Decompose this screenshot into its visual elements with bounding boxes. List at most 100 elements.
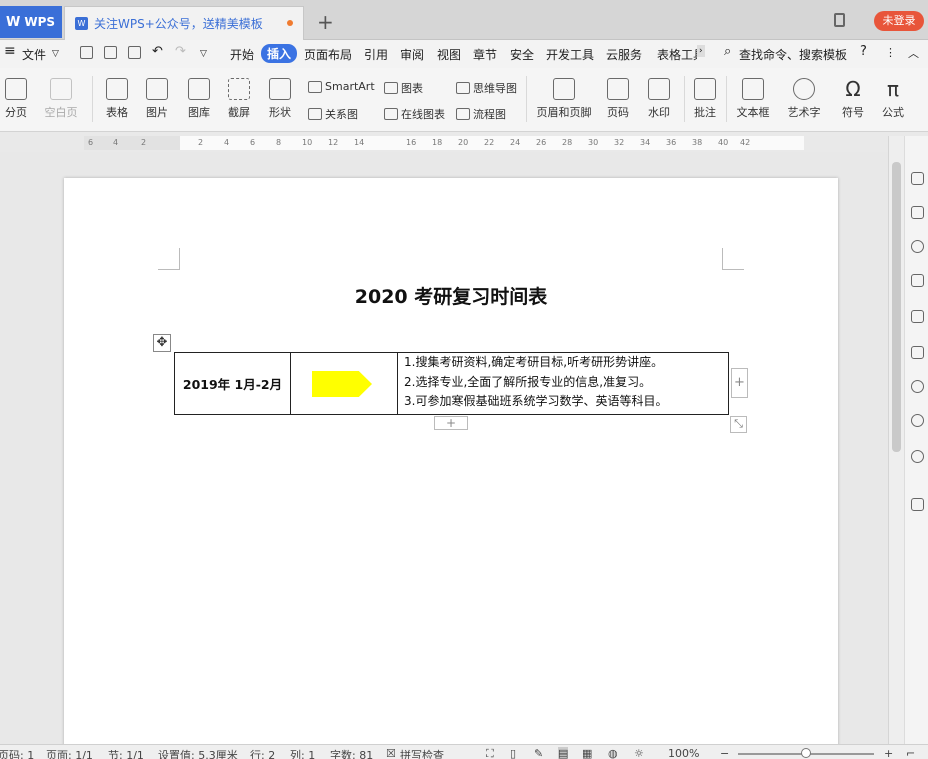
formula-button[interactable]: π 公式	[878, 78, 908, 120]
unsaved-dot-icon	[287, 20, 293, 26]
file-menu-chevron-icon[interactable]: ▽	[52, 49, 59, 59]
page-break-button[interactable]: 分页	[0, 78, 32, 120]
undo-icon[interactable]: ↶	[152, 44, 163, 59]
pen-icon[interactable]	[911, 172, 924, 185]
fullscreen-icon[interactable]: ⛶	[486, 747, 494, 759]
spellcheck-checkbox[interactable]: ☒	[386, 747, 396, 759]
more-options-icon[interactable]: ⋮	[885, 46, 896, 59]
tabs-scroll-right-icon[interactable]: ›	[697, 45, 705, 57]
history-icon[interactable]	[911, 414, 924, 427]
comment-button[interactable]: 批注	[690, 78, 720, 120]
edit-mode-icon[interactable]: ✎	[534, 747, 543, 759]
tab-developer[interactable]: 开发工具	[546, 46, 594, 63]
spellcheck-label[interactable]: 拼写检查	[400, 747, 444, 759]
apps-grid-icon[interactable]	[911, 498, 924, 511]
fit-page-icon[interactable]: ⌐	[906, 747, 915, 759]
shapes-panel-icon[interactable]	[911, 240, 924, 253]
watermark-button[interactable]: 水印	[642, 78, 676, 120]
symbol-button[interactable]: Ω 符号	[838, 78, 868, 120]
online-chart-button[interactable]: 在线图表	[384, 106, 445, 122]
vertical-scrollbar[interactable]	[888, 136, 904, 744]
gallery-button[interactable]: 图库	[182, 78, 216, 120]
zoom-in-button[interactable]: +	[884, 747, 893, 759]
tab-chapter[interactable]: 章节	[473, 46, 497, 63]
tab-view[interactable]: 视图	[437, 46, 461, 63]
redo-icon[interactable]: ↷	[175, 44, 186, 59]
select-cursor-icon[interactable]	[911, 206, 924, 219]
document-tab[interactable]: W 关注WPS+公众号，送精美模板	[64, 6, 304, 40]
search-icon[interactable]: ⌕	[724, 44, 731, 59]
page-break-label: 分页	[5, 106, 27, 119]
table-cell-date[interactable]: 2019年 1月-2月	[175, 353, 291, 414]
file-menu[interactable]: 文件	[22, 46, 46, 63]
picture-button[interactable]: 图片	[140, 78, 174, 120]
web-view-icon[interactable]: ◍	[608, 747, 618, 759]
table-resize-handle-icon[interactable]: ⤡	[730, 416, 747, 433]
new-tab-button[interactable]: +	[317, 10, 334, 34]
print-icon[interactable]	[104, 46, 117, 59]
add-column-button[interactable]: +	[731, 368, 748, 398]
scrollbar-thumb[interactable]	[892, 162, 901, 452]
table-button[interactable]: 表格	[100, 78, 134, 120]
tab-cloud[interactable]: 云服务	[606, 46, 642, 63]
save-icon[interactable]	[80, 46, 93, 59]
outline-view-icon[interactable]: ▦	[582, 747, 592, 759]
print-preview-icon[interactable]	[128, 46, 141, 59]
tab-security[interactable]: 安全	[510, 46, 534, 63]
adjust-icon[interactable]	[911, 274, 924, 287]
window-mode-icon[interactable]	[834, 13, 845, 27]
page-view-icon[interactable]: ▤	[558, 747, 569, 759]
resource-icon[interactable]	[911, 310, 924, 323]
login-button[interactable]: 未登录	[874, 11, 924, 31]
zoom-level[interactable]: 100%	[668, 747, 699, 759]
help-panel-icon[interactable]	[911, 450, 924, 463]
zoom-slider-knob[interactable]	[801, 748, 811, 758]
flowchart-button[interactable]: 流程图	[456, 106, 506, 122]
tab-home[interactable]: 开始	[230, 46, 254, 63]
document-title[interactable]: 2020 考研复习时间表	[64, 282, 838, 309]
watermark-label: 水印	[648, 106, 670, 119]
yellow-arrow-shape[interactable]	[312, 371, 372, 397]
horizontal-ruler[interactable]: 6 4 2 2 4 6 8 10 12 14 16 18 20 22 24 26…	[84, 136, 804, 150]
page-number-button[interactable]: 页码	[600, 78, 636, 120]
add-row-button[interactable]: +	[434, 416, 468, 430]
table-move-handle-icon[interactable]: ✥	[153, 334, 171, 352]
header-footer-button[interactable]: 页眉和页脚	[534, 78, 594, 120]
table-cell-tasks[interactable]: 1.搜集考研资料,确定考研目标,听考研形势讲座。 2.选择专业,全面了解所报专业…	[398, 353, 728, 414]
help-icon[interactable]: ?	[860, 44, 867, 59]
textbox-button[interactable]: 文本框	[734, 78, 772, 120]
shapes-button[interactable]: 形状	[263, 78, 297, 120]
task-item: 2.选择专业,全面了解所报专业的信息,准复习。	[404, 374, 652, 389]
table-cell-arrow[interactable]	[291, 353, 398, 414]
screenshot-button[interactable]: 截屏	[222, 78, 256, 120]
document-area[interactable]: 2020 考研复习时间表 ✥ 2019年 1月-2月 1.搜集考研资料,确定考研…	[0, 152, 888, 758]
share-icon[interactable]	[911, 380, 924, 393]
tab-page-layout[interactable]: 页面布局	[304, 46, 352, 63]
read-mode-icon[interactable]: ▯	[510, 747, 516, 759]
app-tab[interactable]: W WPS	[0, 6, 62, 38]
eye-protection-icon[interactable]: ☼	[634, 747, 644, 759]
quick-access-more-icon[interactable]: ▽	[200, 49, 207, 59]
document-page[interactable]: 2020 考研复习时间表 ✥ 2019年 1月-2月 1.搜集考研资料,确定考研…	[64, 178, 838, 758]
wordart-button[interactable]: 艺术字	[784, 78, 824, 120]
relation-button[interactable]: 关系图	[308, 106, 358, 122]
mindmap-button[interactable]: 思维导图	[456, 80, 517, 96]
smartart-label: SmartArt	[325, 80, 375, 93]
comment-label: 批注	[694, 106, 716, 119]
star-icon[interactable]	[911, 346, 924, 359]
hamburger-menu-icon[interactable]: ≡	[4, 43, 16, 59]
schedule-table[interactable]: 2019年 1月-2月 1.搜集考研资料,确定考研目标,听考研形势讲座。 2.选…	[174, 352, 729, 415]
blank-page-button[interactable]: 空白页	[40, 78, 82, 120]
collapse-ribbon-icon[interactable]: ︿	[908, 45, 919, 61]
smartart-button[interactable]: SmartArt	[308, 80, 375, 93]
ruler-tick: 20	[458, 138, 469, 147]
zoom-out-button[interactable]: −	[720, 747, 729, 759]
command-search[interactable]: 查找命令、搜索模板	[739, 46, 847, 63]
chart-button[interactable]: 图表	[384, 80, 423, 96]
tab-insert[interactable]: 插入	[261, 44, 298, 63]
chart-icon	[384, 82, 398, 94]
tab-table-tools[interactable]: 表格工具	[657, 46, 697, 63]
tab-review[interactable]: 审阅	[400, 46, 424, 63]
word-count-status[interactable]: 字数: 81	[330, 747, 373, 759]
tab-references[interactable]: 引用	[364, 46, 388, 63]
